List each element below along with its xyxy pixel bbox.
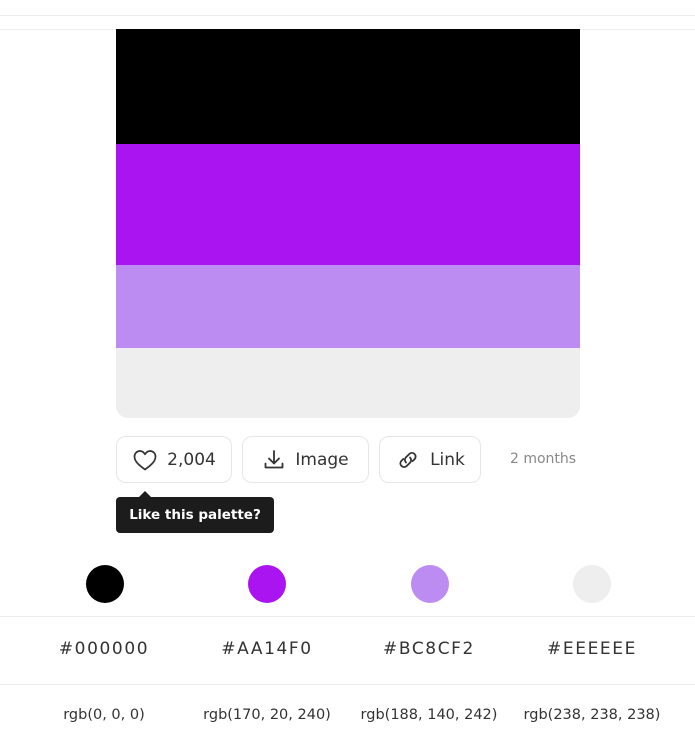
- copy-link-button[interactable]: Link: [379, 436, 481, 483]
- color-swatch-2[interactable]: [248, 565, 286, 603]
- color-swatch-1[interactable]: [86, 565, 124, 603]
- hex-code-4[interactable]: #EEEEEE: [512, 639, 672, 659]
- hex-code-3[interactable]: #BC8CF2: [349, 639, 509, 659]
- rgb-code-3[interactable]: rgb(188, 140, 242): [349, 707, 509, 723]
- header-divider: [0, 15, 695, 16]
- like-tooltip: Like this palette?: [116, 491, 274, 533]
- hex-code-2[interactable]: #AA14F0: [187, 639, 347, 659]
- rgb-code-1[interactable]: rgb(0, 0, 0): [24, 707, 184, 723]
- link-label: Link: [430, 449, 465, 470]
- tooltip-text: Like this palette?: [129, 507, 261, 523]
- color-swatches: [0, 565, 695, 605]
- color-swatch-4[interactable]: [573, 565, 611, 603]
- palette-page: 2,004 Image Link 2 months Like this pale…: [0, 0, 695, 749]
- swatch-divider: [0, 616, 695, 617]
- palette-stripe-1[interactable]: [116, 29, 580, 144]
- palette-stripe-4[interactable]: [116, 348, 580, 418]
- like-button[interactable]: 2,004: [116, 436, 232, 483]
- published-time: 2 months: [510, 451, 577, 467]
- color-swatch-3[interactable]: [411, 565, 449, 603]
- hex-code-1[interactable]: #000000: [24, 639, 184, 659]
- heart-icon: [132, 448, 167, 472]
- palette-preview[interactable]: [116, 29, 580, 418]
- download-image-button[interactable]: Image: [242, 436, 369, 483]
- palette-stripe-2[interactable]: [116, 144, 580, 265]
- link-icon: [395, 448, 430, 472]
- image-label: Image: [295, 449, 349, 470]
- palette-actions: 2,004 Image Link 2 months: [116, 436, 586, 483]
- download-icon: [262, 448, 295, 472]
- like-count: 2,004: [167, 449, 216, 470]
- hex-divider: [0, 684, 695, 685]
- tooltip-arrow: [138, 491, 152, 498]
- rgb-code-2[interactable]: rgb(170, 20, 240): [187, 707, 347, 723]
- palette-stripe-3[interactable]: [116, 265, 580, 348]
- rgb-code-4[interactable]: rgb(238, 238, 238): [512, 707, 672, 723]
